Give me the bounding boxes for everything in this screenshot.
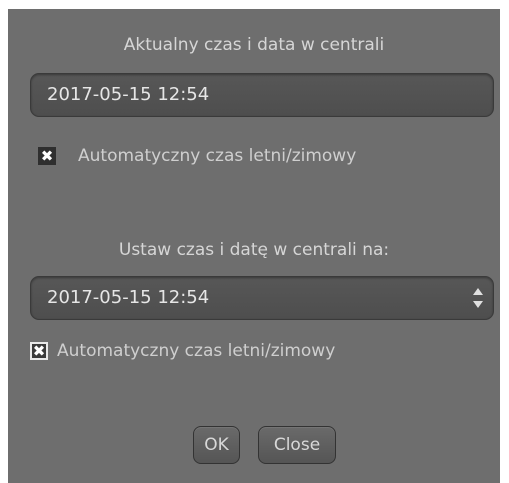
down-arrow-icon[interactable] [473,301,483,308]
current-dst-row: ✖ Automatyczny czas letni/zimowy [38,145,356,167]
set-dst-label: Automatyczny czas letni/zimowy [57,341,336,361]
checkmark-x-icon: ✖ [40,147,54,165]
set-dst-checkbox[interactable]: ✖ [30,342,48,360]
ok-button[interactable]: OK [193,426,240,464]
spinbox-arrows[interactable] [471,285,485,311]
set-dst-row: ✖ Automatyczny czas letni/zimowy [30,340,335,362]
current-dst-checkbox[interactable]: ✖ [38,147,56,165]
set-datetime-value: 2017-05-15 12:54 [47,287,210,308]
up-arrow-icon[interactable] [473,288,483,295]
current-datetime-value: 2017-05-15 12:54 [47,84,210,105]
current-datetime-field: 2017-05-15 12:54 [30,73,494,117]
current-time-heading: Aktualny czas i data w centrali [123,35,385,55]
set-time-heading: Ustaw czas i datę w centrali na: [118,240,390,260]
current-dst-label: Automatyczny czas letni/zimowy [78,146,357,166]
time-settings-panel: Aktualny czas i data w centrali 2017-05-… [8,9,500,483]
set-datetime-input[interactable]: 2017-05-15 12:54 [30,276,494,320]
close-button[interactable]: Close [258,426,336,464]
checkmark-x-icon: ✖ [32,342,46,360]
